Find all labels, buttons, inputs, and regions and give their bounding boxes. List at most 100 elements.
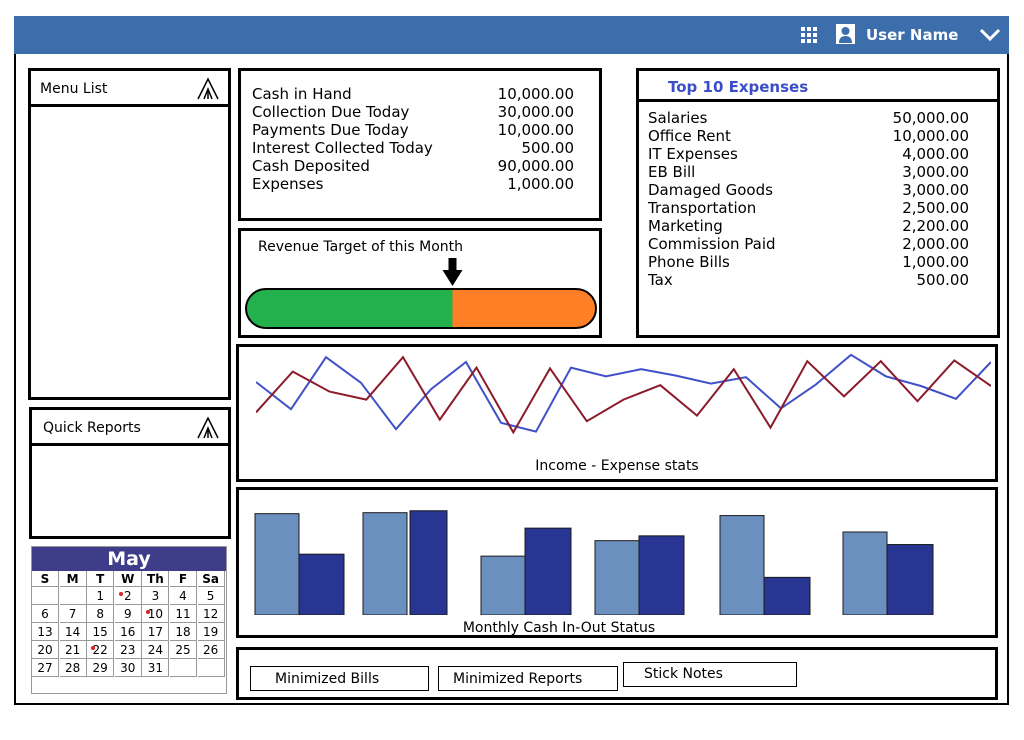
quick-reports-header: Quick Reports: [32, 410, 228, 446]
calendar-month: May: [32, 547, 226, 571]
expense-row: Transportation 2,500.00: [648, 199, 969, 217]
minimized-bills-button[interactable]: Minimized Bills: [250, 666, 429, 691]
calendar-day[interactable]: 12: [197, 605, 225, 623]
cash-summary-row: Expenses 1,000.00: [252, 175, 574, 193]
cash-summary-label: Collection Due Today: [252, 103, 410, 121]
progress-fill-remaining: [452, 289, 596, 328]
line-chart-title: Income - Expense stats: [535, 458, 699, 474]
calendar-day[interactable]: 8: [87, 605, 115, 623]
income-expense-chart-panel: Income - Expense stats: [236, 344, 998, 482]
calendar-day[interactable]: 16: [114, 623, 142, 641]
cash-summary-label: Cash in Hand: [252, 85, 352, 103]
event-dot-icon: [146, 610, 151, 614]
user-avatar-icon[interactable]: [836, 24, 855, 44]
event-marker: [142, 605, 169, 623]
calendar-day[interactable]: 21: [59, 641, 87, 659]
expense-value: 50,000.00: [892, 109, 969, 127]
calendar-day[interactable]: 4: [170, 587, 197, 605]
expense-label: Marketing: [648, 217, 723, 235]
calendar-day: [32, 587, 59, 605]
collapse-icon[interactable]: [196, 77, 220, 101]
cash-in-out-chart-panel: Monthly Cash In-Out Status: [236, 487, 998, 638]
calendar-weekday: W: [114, 571, 142, 587]
cash-summary-row: Collection Due Today 30,000.00: [252, 103, 574, 121]
collapse-icon[interactable]: [196, 416, 220, 440]
bar-series-2: [409, 510, 448, 615]
cash-summary-value: 10,000.00: [497, 85, 574, 103]
calendar-day[interactable]: 9: [114, 605, 142, 623]
calendar-day[interactable]: 5: [197, 587, 225, 605]
expense-value: 1,000.00: [902, 253, 969, 271]
top-expenses-list: Salaries 50,000.00 Office Rent 10,000.00 IT …: [648, 109, 969, 299]
bar-series-2: [638, 535, 685, 615]
calendar-day[interactable]: 7: [59, 605, 87, 623]
calendar-day[interactable]: 17: [142, 623, 170, 641]
calendar-day[interactable]: 13: [32, 623, 59, 641]
calendar-day[interactable]: 14: [59, 623, 87, 641]
calendar-weekday: Th: [142, 571, 170, 587]
stick-notes-button[interactable]: Stick Notes: [623, 662, 797, 687]
cash-summary-value: 30,000.00: [497, 103, 574, 121]
calendar-day[interactable]: 18: [170, 623, 197, 641]
bar-series-2: [298, 553, 345, 615]
expense-label: Tax: [648, 271, 673, 289]
bar-series-1: [254, 513, 300, 615]
calendar-day: [170, 659, 197, 677]
calendar-day[interactable]: 3: [142, 587, 170, 605]
apps-grid-icon[interactable]: [801, 27, 817, 43]
menu-list-title: Menu List: [40, 81, 108, 97]
cash-summary-row: Interest Collected Today 500.00: [252, 139, 574, 157]
expense-row: Tax 500.00: [648, 271, 969, 289]
bar-series-1: [842, 531, 888, 615]
calendar-day[interactable]: 30: [114, 659, 142, 677]
cash-summary-label: Cash Deposited: [252, 157, 370, 175]
mini-calendar: May S M T W Th F Sa 1 2 3 4 5 6 7 8 9 10 11 12 13 14 15 16 17 18…: [31, 546, 227, 694]
expense-value: 2,200.00: [902, 217, 969, 235]
quick-reports-title: Quick Reports: [43, 420, 141, 436]
expense-row: Commission Paid 2,000.00: [648, 235, 969, 253]
calendar-weekday: M: [59, 571, 87, 587]
cash-summary-value: 90,000.00: [497, 157, 574, 175]
top-expenses-panel: Top 10 Expenses Salaries 50,000.00 Office …: [636, 68, 1000, 338]
expense-value: 500.00: [916, 271, 970, 289]
calendar-day[interactable]: 26: [197, 641, 225, 659]
expense-value: 2,500.00: [902, 199, 969, 217]
cash-summary-value: 1,000.00: [507, 175, 574, 193]
user-name[interactable]: User Name: [866, 26, 958, 44]
top-bar: User Name: [14, 16, 1009, 54]
calendar-day[interactable]: 25: [170, 641, 197, 659]
menu-list-panel: Menu List: [28, 68, 231, 400]
expense-row: IT Expenses 4,000.00: [648, 145, 969, 163]
cash-summary-label: Payments Due Today: [252, 121, 409, 139]
calendar-day: [197, 659, 225, 677]
chevron-down-icon[interactable]: [979, 28, 1001, 42]
calendar-day[interactable]: 15: [87, 623, 115, 641]
calendar-day[interactable]: 27: [32, 659, 59, 677]
calendar-day[interactable]: 1: [87, 587, 115, 605]
bar-series-1: [362, 512, 408, 615]
expense-label: IT Expenses: [648, 145, 738, 163]
calendar-day[interactable]: 31: [142, 659, 170, 677]
cash-summary-label: Interest Collected Today: [252, 139, 433, 157]
expense-label: Transportation: [648, 199, 757, 217]
calendar-day[interactable]: 20: [32, 641, 59, 659]
expense-label: Salaries: [648, 109, 708, 127]
taskbar-panel: Minimized Bills Minimized Reports Stick …: [236, 647, 998, 700]
cash-summary-row: Payments Due Today 10,000.00: [252, 121, 574, 139]
menu-list-header: Menu List: [31, 71, 228, 107]
expense-label: Damaged Goods: [648, 181, 773, 199]
calendar-day[interactable]: 6: [32, 605, 59, 623]
line-series-2: [256, 355, 991, 435]
calendar-day[interactable]: 28: [59, 659, 87, 677]
cash-summary-label: Expenses: [252, 175, 324, 193]
calendar-day[interactable]: 11: [170, 605, 197, 623]
calendar-day[interactable]: 29: [87, 659, 115, 677]
minimized-reports-button[interactable]: Minimized Reports: [438, 666, 618, 691]
calendar-day[interactable]: 23: [114, 641, 142, 659]
expense-row: Phone Bills 1,000.00: [648, 253, 969, 271]
bar-series-1: [594, 540, 640, 615]
expense-row: Office Rent 10,000.00: [648, 127, 969, 145]
calendar-day[interactable]: 19: [197, 623, 225, 641]
calendar-day[interactable]: 24: [142, 641, 170, 659]
event-dot-icon: [118, 592, 123, 596]
